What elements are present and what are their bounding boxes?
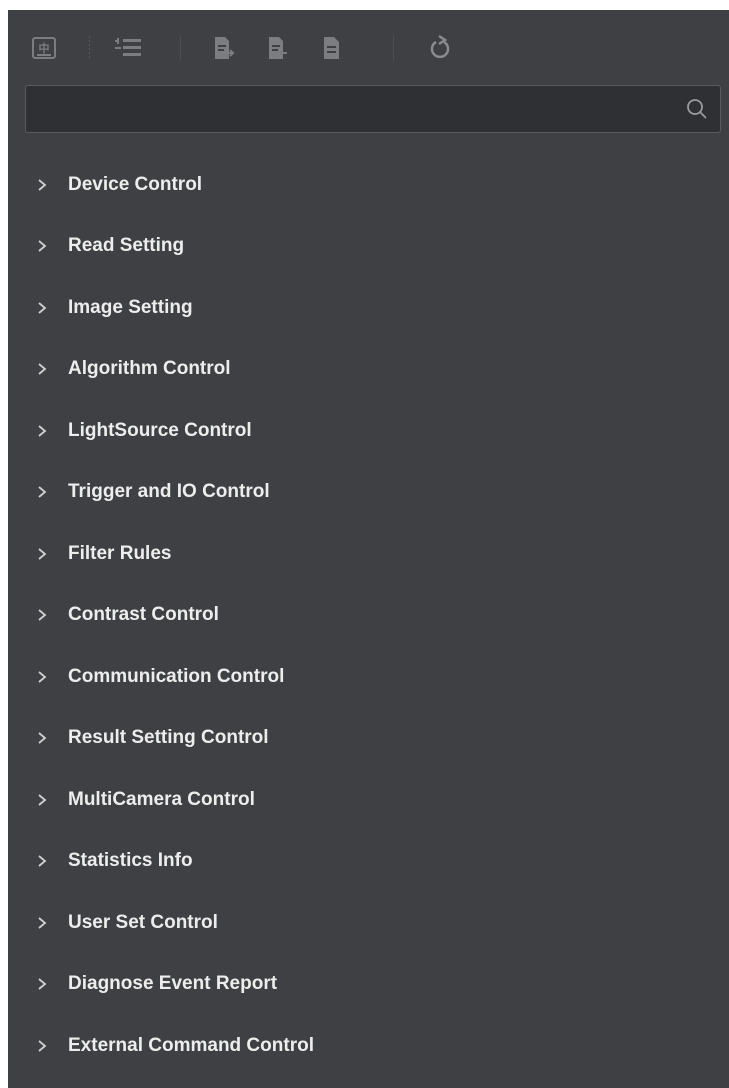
chevron-right-icon	[38, 609, 47, 621]
chevron-right-icon	[38, 978, 47, 990]
tree-item-image-setting[interactable]: Image Setting	[8, 277, 729, 339]
chevron-right-icon	[38, 671, 47, 683]
chevron-right-icon	[38, 302, 47, 314]
tree-item-multicamera-control[interactable]: MultiCamera Control	[8, 769, 729, 831]
language-zh-icon[interactable]: 中	[30, 34, 58, 62]
tree-item-label: Device Control	[68, 173, 203, 195]
tree-item-external-command-control[interactable]: External Command Control	[8, 1015, 729, 1077]
parameter-tree: Device Control Read Setting Image Settin…	[8, 154, 729, 1077]
chevron-right-icon	[38, 486, 47, 498]
tree-item-algorithm-control[interactable]: Algorithm Control	[8, 339, 729, 401]
tree-item-label: Diagnose Event Report	[68, 973, 278, 995]
export-file-icon[interactable]	[264, 34, 292, 62]
tree-item-filter-rules[interactable]: Filter Rules	[8, 523, 729, 585]
chevron-right-icon	[38, 548, 47, 560]
tree-item-label: LightSource Control	[68, 419, 252, 441]
tree-item-contrast-control[interactable]: Contrast Control	[8, 585, 729, 647]
import-file-icon[interactable]	[210, 34, 238, 62]
tree-item-lightsource-control[interactable]: LightSource Control	[8, 400, 729, 462]
parameter-panel: 中 Device Control Read Setting Image Sett…	[8, 10, 729, 1088]
toolbar-separator	[393, 36, 394, 60]
toolbar: 中	[8, 10, 729, 84]
search-box	[25, 85, 721, 134]
chevron-right-icon	[38, 425, 47, 437]
tree-item-device-control[interactable]: Device Control	[8, 154, 729, 216]
toolbar-separator	[180, 36, 181, 60]
tree-item-label: Result Setting Control	[68, 727, 269, 749]
refresh-icon[interactable]	[426, 34, 454, 62]
tree-item-label: Read Setting	[68, 235, 185, 257]
tree-item-diagnose-event-report[interactable]: Diagnose Event Report	[8, 954, 729, 1016]
tree-item-read-setting[interactable]: Read Setting	[8, 216, 729, 278]
tree-item-trigger-and-io-control[interactable]: Trigger and IO Control	[8, 462, 729, 524]
chevron-right-icon	[38, 917, 47, 929]
tree-item-label: Trigger and IO Control	[68, 481, 270, 503]
tree-item-label: Image Setting	[68, 296, 193, 318]
chevron-right-icon	[38, 240, 47, 252]
tree-item-result-setting-control[interactable]: Result Setting Control	[8, 708, 729, 770]
chevron-right-icon	[38, 794, 47, 806]
search-icon[interactable]	[686, 98, 708, 120]
chevron-right-icon	[38, 732, 47, 744]
tree-item-statistics-info[interactable]: Statistics Info	[8, 831, 729, 893]
toolbar-separator	[89, 36, 90, 60]
tree-item-label: Algorithm Control	[68, 358, 231, 380]
tree-item-label: MultiCamera Control	[68, 788, 255, 810]
tree-item-communication-control[interactable]: Communication Control	[8, 646, 729, 708]
tree-item-label: User Set Control	[68, 911, 218, 933]
chevron-right-icon	[38, 1040, 47, 1052]
chevron-right-icon	[38, 363, 47, 375]
chevron-right-icon	[38, 179, 47, 191]
document-icon[interactable]	[318, 34, 346, 62]
list-indent-icon[interactable]	[114, 34, 142, 62]
chevron-right-icon	[38, 855, 47, 867]
tree-item-label: External Command Control	[68, 1034, 314, 1056]
tree-item-label: Statistics Info	[68, 850, 193, 872]
tree-item-label: Contrast Control	[68, 604, 219, 626]
language-glyph: 中	[39, 41, 50, 55]
search-input[interactable]	[36, 86, 660, 134]
tree-item-label: Filter Rules	[68, 542, 172, 564]
tree-item-user-set-control[interactable]: User Set Control	[8, 892, 729, 954]
tree-item-label: Communication Control	[68, 665, 285, 687]
